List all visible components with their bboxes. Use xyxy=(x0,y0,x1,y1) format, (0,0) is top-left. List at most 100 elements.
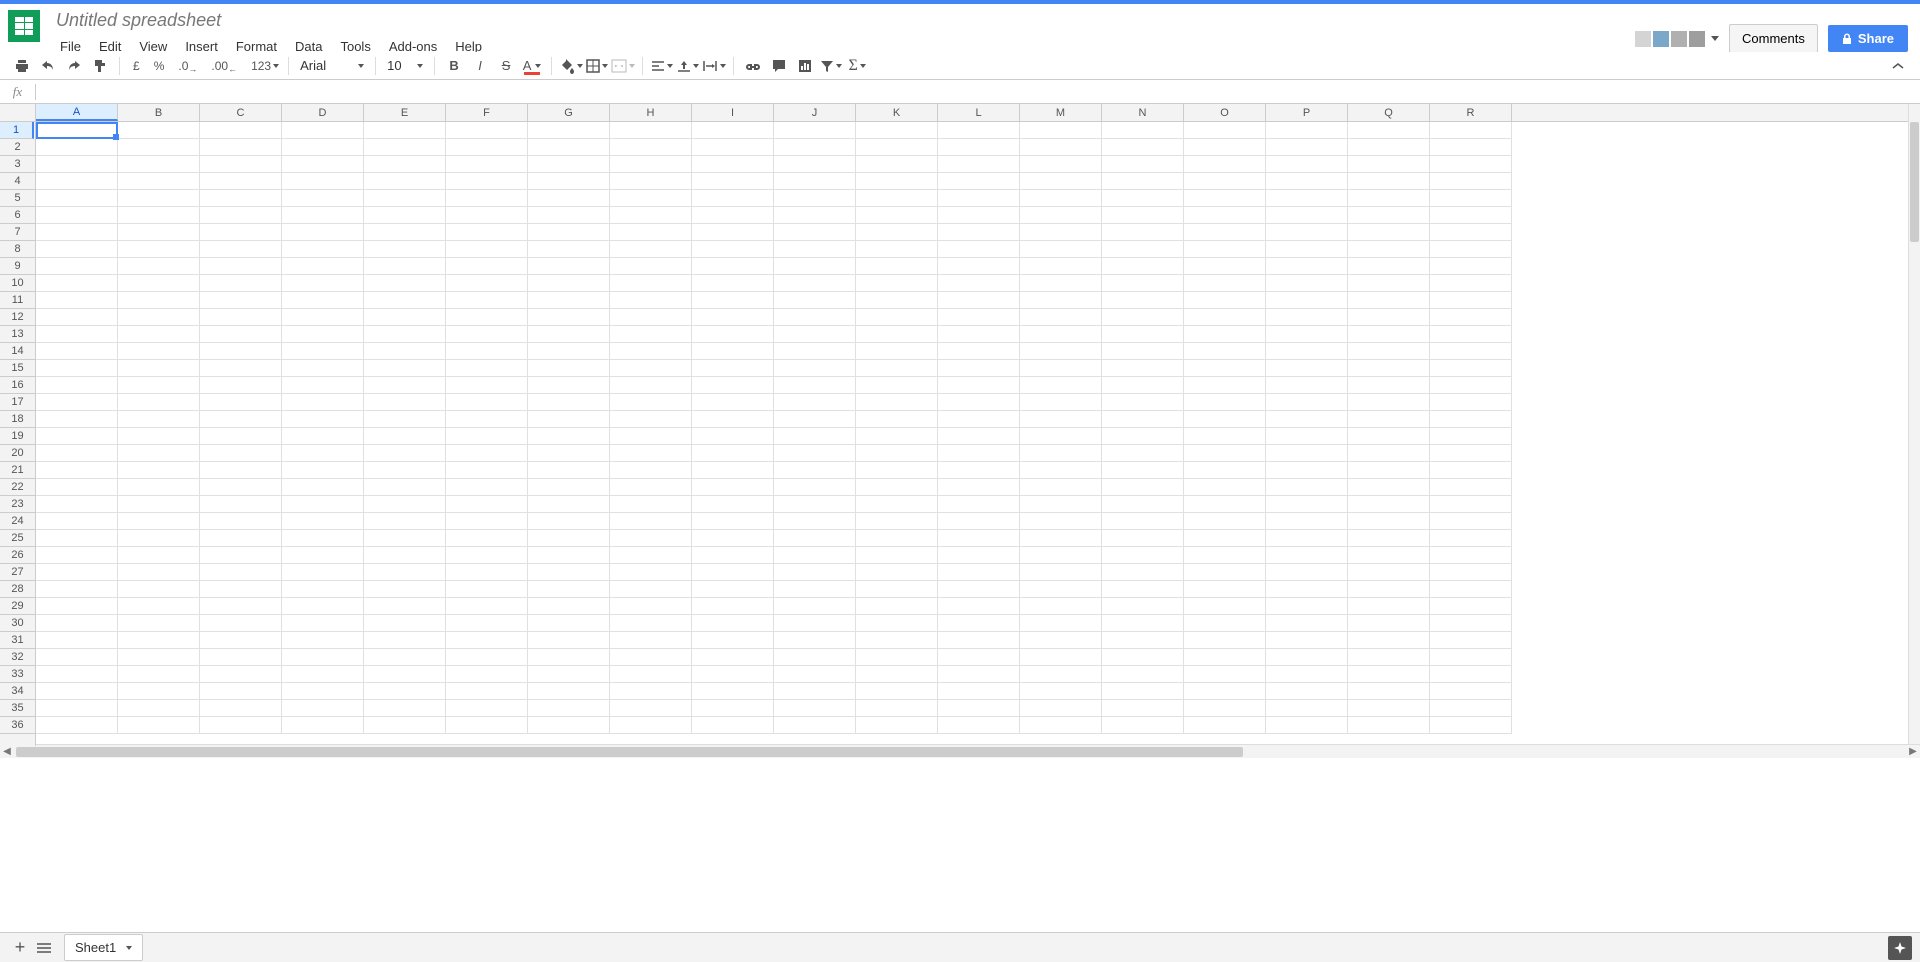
cell[interactable] xyxy=(856,139,938,156)
cell[interactable] xyxy=(774,207,856,224)
cell[interactable] xyxy=(364,207,446,224)
cell[interactable] xyxy=(1430,564,1512,581)
cell[interactable] xyxy=(528,717,610,734)
cell[interactable] xyxy=(446,445,528,462)
cell[interactable] xyxy=(610,530,692,547)
cell[interactable] xyxy=(528,275,610,292)
cell[interactable] xyxy=(1430,445,1512,462)
insert-comment-button[interactable] xyxy=(767,54,791,78)
cell[interactable] xyxy=(1348,343,1430,360)
cell[interactable] xyxy=(1266,683,1348,700)
cell[interactable] xyxy=(856,615,938,632)
cell[interactable] xyxy=(1348,632,1430,649)
cell[interactable] xyxy=(610,479,692,496)
cell[interactable] xyxy=(1102,598,1184,615)
cell[interactable] xyxy=(1348,649,1430,666)
cell[interactable] xyxy=(856,326,938,343)
cell[interactable] xyxy=(774,462,856,479)
cell[interactable] xyxy=(364,700,446,717)
cell[interactable] xyxy=(938,598,1020,615)
cell[interactable] xyxy=(200,326,282,343)
cell[interactable] xyxy=(200,649,282,666)
cell[interactable] xyxy=(36,445,118,462)
cell[interactable] xyxy=(200,292,282,309)
cell[interactable] xyxy=(36,326,118,343)
cell[interactable] xyxy=(774,309,856,326)
cell[interactable] xyxy=(36,173,118,190)
cell[interactable] xyxy=(1102,275,1184,292)
cell[interactable] xyxy=(446,377,528,394)
cell[interactable] xyxy=(1184,207,1266,224)
cell[interactable] xyxy=(610,547,692,564)
cell[interactable] xyxy=(774,496,856,513)
cell[interactable] xyxy=(938,496,1020,513)
cell[interactable] xyxy=(36,207,118,224)
cell[interactable] xyxy=(1266,598,1348,615)
cell[interactable] xyxy=(856,632,938,649)
cell[interactable] xyxy=(364,479,446,496)
cell[interactable] xyxy=(36,394,118,411)
cell[interactable] xyxy=(1184,360,1266,377)
cell[interactable] xyxy=(1430,462,1512,479)
cell[interactable] xyxy=(610,411,692,428)
cell[interactable] xyxy=(774,683,856,700)
cell[interactable] xyxy=(1348,479,1430,496)
column-header[interactable]: L xyxy=(938,104,1020,121)
cell[interactable] xyxy=(1184,445,1266,462)
cell[interactable] xyxy=(1430,377,1512,394)
column-header[interactable]: J xyxy=(774,104,856,121)
italic-button[interactable]: I xyxy=(468,54,492,78)
cell[interactable] xyxy=(856,275,938,292)
cell[interactable] xyxy=(1348,394,1430,411)
cell[interactable] xyxy=(692,479,774,496)
cell[interactable] xyxy=(1102,717,1184,734)
cell[interactable] xyxy=(282,717,364,734)
cell[interactable] xyxy=(1266,292,1348,309)
cell[interactable] xyxy=(364,496,446,513)
bold-button[interactable]: B xyxy=(442,54,466,78)
cell[interactable] xyxy=(118,292,200,309)
cell[interactable] xyxy=(1020,666,1102,683)
row-header[interactable]: 9 xyxy=(0,258,35,275)
cell[interactable] xyxy=(528,564,610,581)
cell[interactable] xyxy=(610,513,692,530)
cell[interactable] xyxy=(446,156,528,173)
cell[interactable] xyxy=(610,445,692,462)
cell[interactable] xyxy=(856,156,938,173)
cell[interactable] xyxy=(282,275,364,292)
cell[interactable] xyxy=(610,496,692,513)
cell[interactable] xyxy=(200,258,282,275)
cell[interactable] xyxy=(200,615,282,632)
cell[interactable] xyxy=(938,139,1020,156)
document-title[interactable]: Untitled spreadsheet xyxy=(52,8,225,33)
row-header[interactable]: 14 xyxy=(0,343,35,360)
cell[interactable] xyxy=(200,360,282,377)
cell[interactable] xyxy=(774,275,856,292)
cell[interactable] xyxy=(856,683,938,700)
cell[interactable] xyxy=(1266,530,1348,547)
row-header[interactable]: 11 xyxy=(0,292,35,309)
cell[interactable] xyxy=(528,598,610,615)
cell[interactable] xyxy=(1430,513,1512,530)
cell[interactable] xyxy=(1102,224,1184,241)
print-button[interactable] xyxy=(10,54,34,78)
cell[interactable] xyxy=(528,411,610,428)
column-header[interactable]: E xyxy=(364,104,446,121)
cell[interactable] xyxy=(1020,394,1102,411)
cell[interactable] xyxy=(856,513,938,530)
cell[interactable] xyxy=(610,190,692,207)
cell[interactable] xyxy=(118,547,200,564)
cell[interactable] xyxy=(528,360,610,377)
cell[interactable] xyxy=(1102,377,1184,394)
cell[interactable] xyxy=(282,122,364,139)
cell[interactable] xyxy=(610,700,692,717)
cell[interactable] xyxy=(1184,581,1266,598)
select-all-corner[interactable] xyxy=(0,104,36,122)
undo-button[interactable] xyxy=(36,54,60,78)
cell[interactable] xyxy=(446,428,528,445)
cell[interactable] xyxy=(282,241,364,258)
cell[interactable] xyxy=(282,292,364,309)
cell[interactable] xyxy=(200,683,282,700)
cell[interactable] xyxy=(1102,615,1184,632)
cell[interactable] xyxy=(200,496,282,513)
